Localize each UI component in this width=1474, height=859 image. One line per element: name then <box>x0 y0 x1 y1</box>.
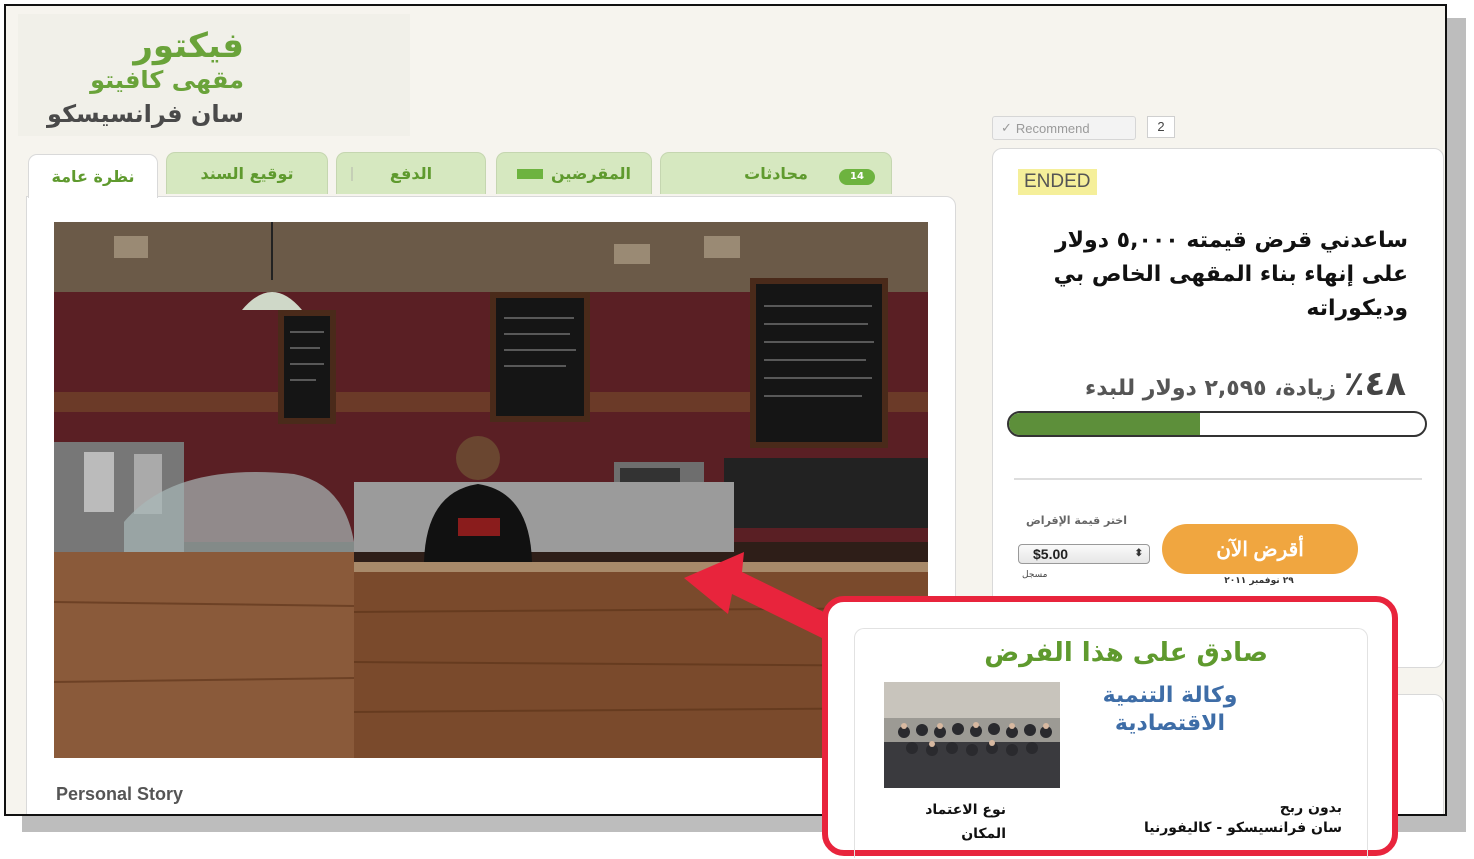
endorsement-heading: صادق على هذا الفرض <box>984 638 1268 668</box>
endorser-name[interactable]: وكالة التنمية الاقتصادية <box>1078 682 1262 738</box>
endorsement-type-label: نوع الاعتماد <box>925 802 1006 818</box>
endorser-type-value: بدون ربح <box>1279 800 1342 816</box>
endorser-location: سان فرانسيسكو - كاليفورنيا <box>1144 820 1342 836</box>
endorser-details: بدون ربح سان فرانسيسكو - كاليفورنيا <box>1128 798 1342 838</box>
endorser-photo <box>884 682 1060 788</box>
location-label: المكان <box>961 826 1006 842</box>
endorser-labels: نوع الاعتماد المكان <box>884 798 1006 846</box>
endorsement-callout: صادق على هذا الفرض وكالة التنمية الاقتصا… <box>822 596 1398 858</box>
